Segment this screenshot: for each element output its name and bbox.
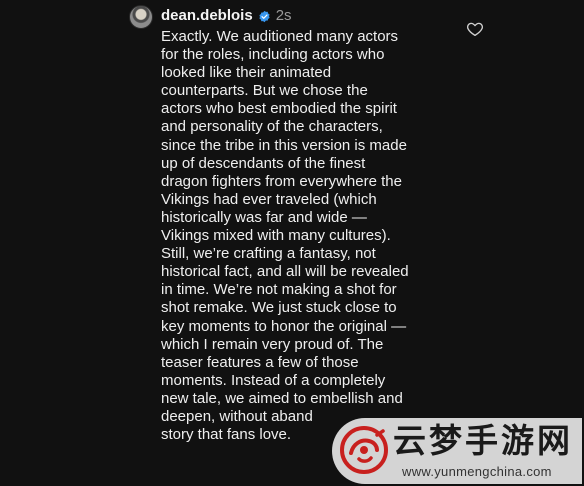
comment-line: dragon fighters from everywhere the: [161, 172, 402, 190]
watermark-title: 云梦手游网: [393, 421, 573, 460]
comment-line: historical fact, and all will be reveale…: [161, 263, 409, 281]
comment-line: new tale, we aimed to embellish and: [161, 389, 403, 407]
comment-line: Still, we’re crafting a fantasy, not: [161, 245, 376, 263]
comment-line: teaser features a few of those: [161, 353, 359, 371]
comment-line: since the tribe in this version is made: [161, 136, 407, 154]
comment-line: Exactly. We auditioned many actors: [161, 28, 399, 45]
heart-outline-icon[interactable]: [466, 20, 484, 38]
comment-line: moments. Instead of a completely: [161, 371, 386, 389]
comment-line: Vikings mixed with many cultures).: [161, 227, 391, 245]
verified-badge-icon: [259, 10, 270, 22]
comment-line: historically was far and wide —: [161, 208, 367, 226]
comment-line: and personality of the characters,: [161, 118, 383, 136]
comment-line: actors who best embodied the spirit: [161, 100, 397, 118]
comment-line: for the roles, including actors who: [161, 46, 385, 64]
comment-line: counterparts. But we chose the: [161, 82, 368, 100]
comment-line: key moments to honor the original —: [161, 317, 407, 335]
comment-line: Vikings had ever traveled (which: [161, 190, 377, 208]
watermark-url: www.yunmengchina.com: [402, 464, 552, 479]
comment-line: looked like their animated: [161, 64, 332, 82]
comment-container: dean.deblois 2s Exactly. We auditioned m…: [0, 0, 584, 486]
timestamp: 2s: [275, 7, 292, 24]
comment-line: which I remain very proud of. The: [161, 335, 384, 353]
comment-line: in time. We’re not making a shot for: [161, 281, 397, 299]
avatar[interactable]: [129, 5, 153, 29]
cloud-logo-icon: [340, 426, 388, 474]
comment-line: shot remake. We just stuck close to: [161, 299, 397, 317]
comment-header: dean.deblois 2s: [161, 7, 292, 25]
username[interactable]: dean.deblois: [161, 7, 253, 25]
comment-line: up of descendants of the finest: [161, 154, 366, 172]
comment-body: Exactly. We auditioned many actors for t…: [161, 28, 461, 444]
